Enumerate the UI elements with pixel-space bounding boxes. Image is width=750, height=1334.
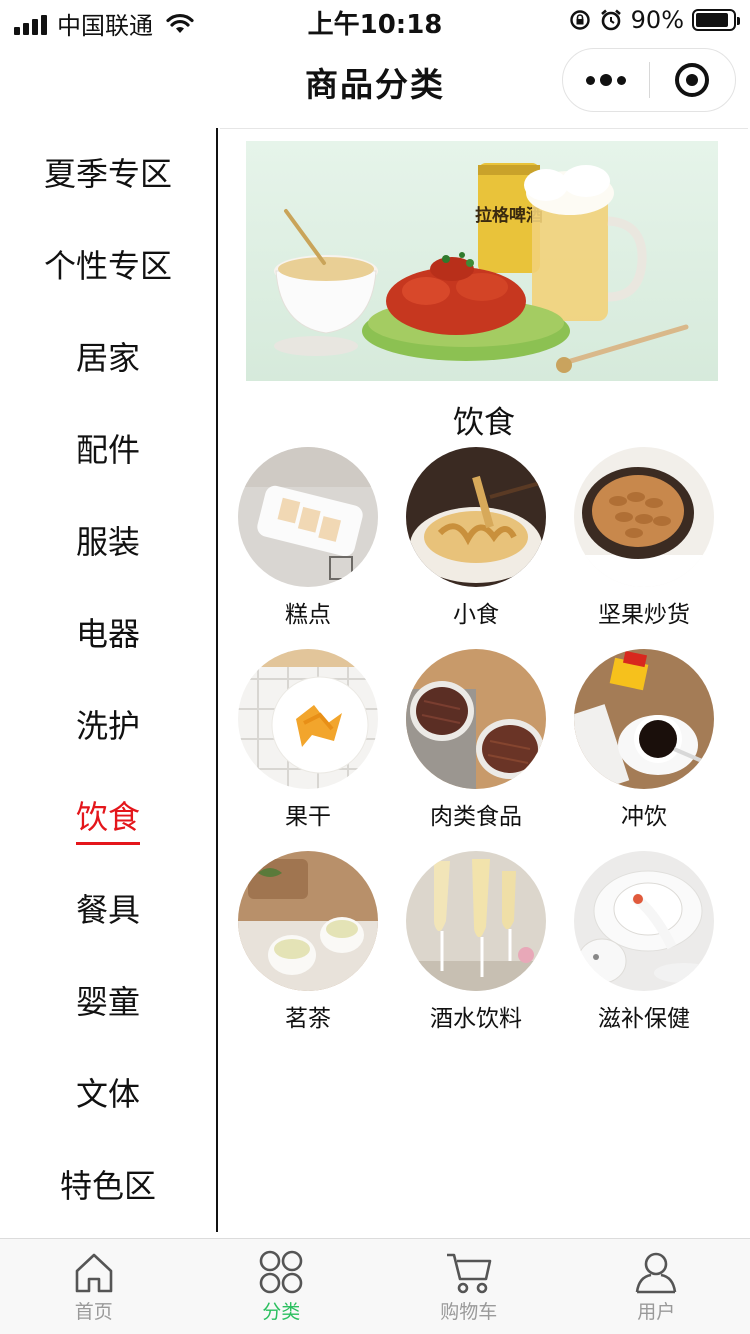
meat-image (406, 649, 546, 789)
sidebar-item-tableware[interactable]: 餐具 (0, 864, 216, 956)
rotation-lock-icon (569, 10, 590, 30)
subcategory-grid: 糕点 小食 坚果炒货 果干 肉类食品 冲饮 茗茶 酒水饮料 滋补保健 (238, 447, 734, 1033)
tab-label: 用户 (637, 1301, 676, 1323)
subcategory-label: 滋补保健 (598, 1006, 690, 1032)
banner-illustration: 拉格啤酒 (274, 163, 689, 373)
tab-cart[interactable]: 购物车 (375, 1239, 563, 1334)
user-icon (635, 1252, 677, 1294)
sidebar-item-personal[interactable]: 个性专区 (0, 220, 216, 312)
subcategory-label: 糕点 (285, 602, 331, 628)
tea-image (238, 851, 378, 991)
sidebar-item-baby[interactable]: 婴童 (0, 956, 216, 1048)
subcategory-brew[interactable]: 冲饮 (574, 649, 714, 831)
subcategory-label: 果干 (285, 804, 331, 830)
nav-bar: 商品分类 (0, 40, 750, 128)
sidebar-item-accessories[interactable]: 配件 (0, 404, 216, 496)
subcategory-dried-fruit[interactable]: 果干 (238, 649, 378, 831)
subcategory-drinks[interactable]: 酒水饮料 (406, 851, 546, 1033)
snack-image (406, 447, 546, 587)
subcategory-label: 小食 (453, 602, 499, 628)
tab-user[interactable]: 用户 (563, 1239, 750, 1334)
subcategory-label: 肉类食品 (430, 804, 522, 830)
status-bar: 中国联通 上午10:18 90% (0, 0, 750, 40)
tab-label: 购物车 (440, 1301, 498, 1323)
drinks-image (406, 851, 546, 991)
tab-label: 分类 (262, 1301, 301, 1323)
sidebar-item-home[interactable]: 居家 (0, 312, 216, 404)
cart-icon (446, 1253, 492, 1294)
sidebar-item-appliances[interactable]: 电器 (0, 588, 216, 680)
more-dot-icon (585, 75, 595, 85)
tab-category[interactable]: 分类 (188, 1239, 376, 1334)
subcategory-nuts[interactable]: 坚果炒货 (574, 447, 714, 629)
pastry-image (238, 447, 378, 587)
sidebar-item-care[interactable]: 洗护 (0, 680, 216, 772)
mini-program-capsule (562, 48, 736, 112)
category-content: 拉格啤酒 饮食 糕点 小食 坚果炒货 果干 肉类食品 冲饮 茗茶 酒水饮料 滋补… (220, 128, 748, 1232)
tab-label: 首页 (74, 1301, 113, 1323)
close-button[interactable] (650, 49, 736, 111)
category-sidebar: 夏季专区 个性专区 居家 配件 服装 电器 洗护 饮食 餐具 婴童 文体 特色区 (0, 128, 218, 1232)
battery-fill (696, 13, 729, 27)
tab-bar: 首页 分类 购物车 用户 (0, 1238, 750, 1334)
more-button[interactable] (563, 49, 649, 111)
subcategory-health[interactable]: 滋补保健 (574, 851, 714, 1033)
food-banner-image[interactable]: 拉格啤酒 (246, 141, 718, 381)
subcategory-label: 茗茶 (285, 1006, 331, 1032)
sidebar-item-summer[interactable]: 夏季专区 (0, 128, 216, 220)
target-icon (675, 63, 710, 97)
battery-percent: 90% (630, 6, 684, 34)
sidebar-item-sports[interactable]: 文体 (0, 1048, 216, 1140)
subcategory-snack[interactable]: 小食 (406, 447, 546, 629)
sidebar-item-food[interactable]: 饮食 (0, 772, 216, 864)
subcategory-meat[interactable]: 肉类食品 (406, 649, 546, 831)
tab-home[interactable]: 首页 (0, 1239, 188, 1334)
section-title: 饮食 (453, 405, 515, 441)
subcategory-label: 酒水饮料 (430, 1006, 522, 1032)
subcategory-pastry[interactable]: 糕点 (238, 447, 378, 629)
subcategory-tea[interactable]: 茗茶 (238, 851, 378, 1033)
subcategory-label: 坚果炒货 (598, 602, 690, 628)
home-icon (75, 1253, 113, 1293)
category-icon (259, 1250, 303, 1294)
subcategory-label: 冲饮 (621, 804, 667, 830)
brew-image (574, 649, 714, 789)
dried-fruit-image (238, 649, 378, 789)
more-dot-icon (599, 74, 612, 86)
sidebar-item-special[interactable]: 特色区 (0, 1140, 216, 1232)
nuts-image (574, 447, 714, 587)
health-image (574, 851, 714, 991)
status-right: 90% (569, 6, 740, 34)
more-dot-icon (616, 75, 626, 85)
alarm-icon (600, 9, 621, 31)
battery-icon (692, 9, 740, 31)
sidebar-item-clothing[interactable]: 服装 (0, 496, 216, 588)
